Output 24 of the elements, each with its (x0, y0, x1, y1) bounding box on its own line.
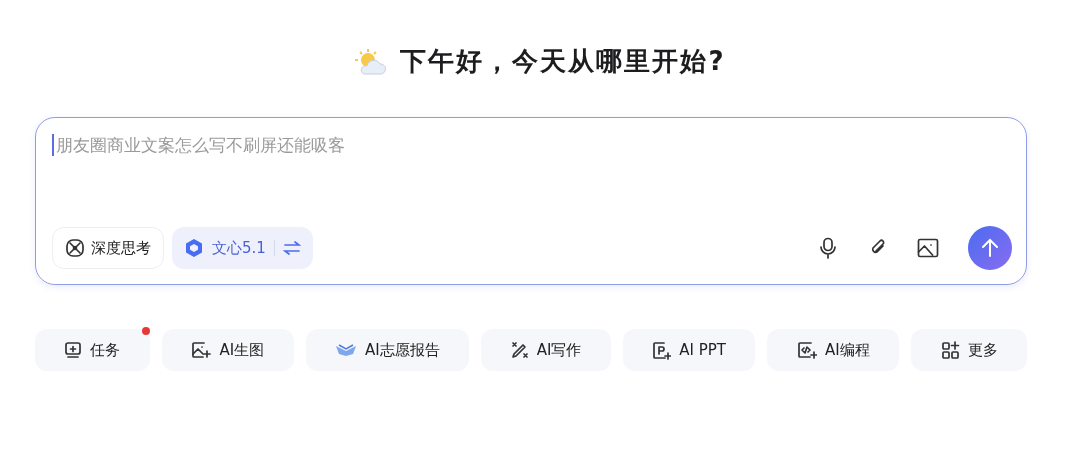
shortcut-button[interactable]: AI编程 (767, 329, 900, 371)
send-button[interactable] (968, 226, 1012, 270)
model-selector[interactable]: 文心5.1 (172, 227, 313, 269)
sun-cloud-icon (354, 47, 387, 76)
shortcut-button[interactable]: 更多 (911, 329, 1028, 371)
shortcut-button[interactable]: 任务 (35, 329, 150, 371)
shortcut-button[interactable]: AI写作 (481, 329, 611, 371)
shortcut-button[interactable]: AI志愿报告 (305, 329, 470, 371)
deep-think-button[interactable]: 深度思考 (52, 227, 164, 269)
microphone-icon (818, 237, 838, 259)
image-icon (917, 238, 939, 258)
arrow-up-icon (981, 238, 999, 258)
hexagon-logo-icon (184, 238, 204, 258)
monitor-icon (64, 341, 83, 359)
slide-icon (652, 340, 672, 360)
code-icon (796, 341, 817, 359)
shortcut-button[interactable]: AI PPT (622, 329, 756, 371)
greeting: 下午好，今天从哪里开始? (400, 45, 726, 78)
apps-icon (940, 340, 960, 360)
swap-icon (282, 241, 301, 255)
pen-icon (510, 341, 529, 359)
image-icon (191, 341, 212, 359)
atom-icon (65, 238, 85, 258)
shortcut-button[interactable]: AI生图 (161, 329, 294, 371)
